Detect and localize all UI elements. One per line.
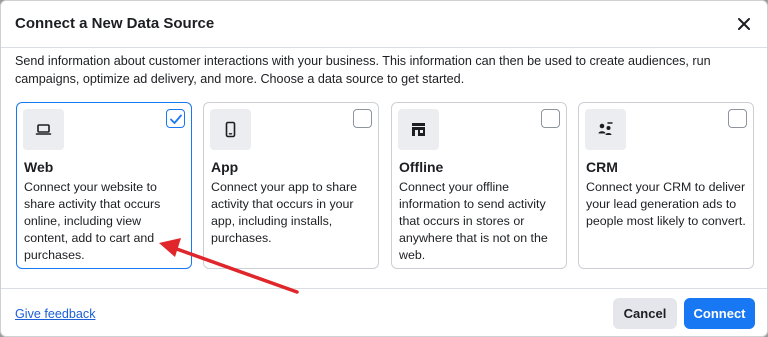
laptop-icon — [23, 109, 64, 150]
store-icon — [398, 109, 439, 150]
data-source-card-web[interactable]: Web Connect your website to share activi… — [16, 102, 192, 269]
data-source-card-offline[interactable]: Offline Connect your offline information… — [391, 102, 567, 269]
card-description-offline: Connect your offline information to send… — [399, 180, 548, 262]
card-description-web: Connect your website to share activity t… — [24, 180, 161, 262]
data-source-card-crm[interactable]: CRM Connect your CRM to deliver your lea… — [578, 102, 754, 269]
card-description-crm: Connect your CRM to deliver your lead ge… — [586, 180, 746, 228]
dialog-footer: Give feedback Cancel Connect — [1, 288, 767, 336]
people-icon — [585, 109, 626, 150]
card-description-app: Connect your app to share activity that … — [211, 180, 358, 245]
mobile-phone-icon — [210, 109, 251, 150]
dialog-description: Send information about customer interact… — [15, 54, 711, 86]
connect-data-source-dialog: Connect a New Data Source Send informati… — [0, 0, 768, 337]
checkmark-icon — [170, 114, 182, 124]
card-title-app: App — [211, 159, 239, 175]
card-title-web: Web — [24, 159, 54, 175]
card-title-crm: CRM — [586, 159, 618, 175]
checkbox-crm[interactable] — [728, 109, 747, 128]
checkbox-offline[interactable] — [541, 109, 560, 128]
checkbox-app[interactable] — [353, 109, 372, 128]
give-feedback-link[interactable]: Give feedback — [15, 307, 96, 321]
data-source-card-app[interactable]: App Connect your app to share activity t… — [203, 102, 379, 269]
dialog-title: Connect a New Data Source — [15, 15, 215, 32]
checkbox-web[interactable] — [166, 109, 185, 128]
connect-button[interactable]: Connect — [684, 298, 755, 329]
close-icon[interactable] — [735, 15, 753, 33]
dialog-header: Connect a New Data Source — [1, 1, 767, 48]
card-title-offline: Offline — [399, 159, 444, 175]
cancel-button[interactable]: Cancel — [613, 298, 677, 329]
